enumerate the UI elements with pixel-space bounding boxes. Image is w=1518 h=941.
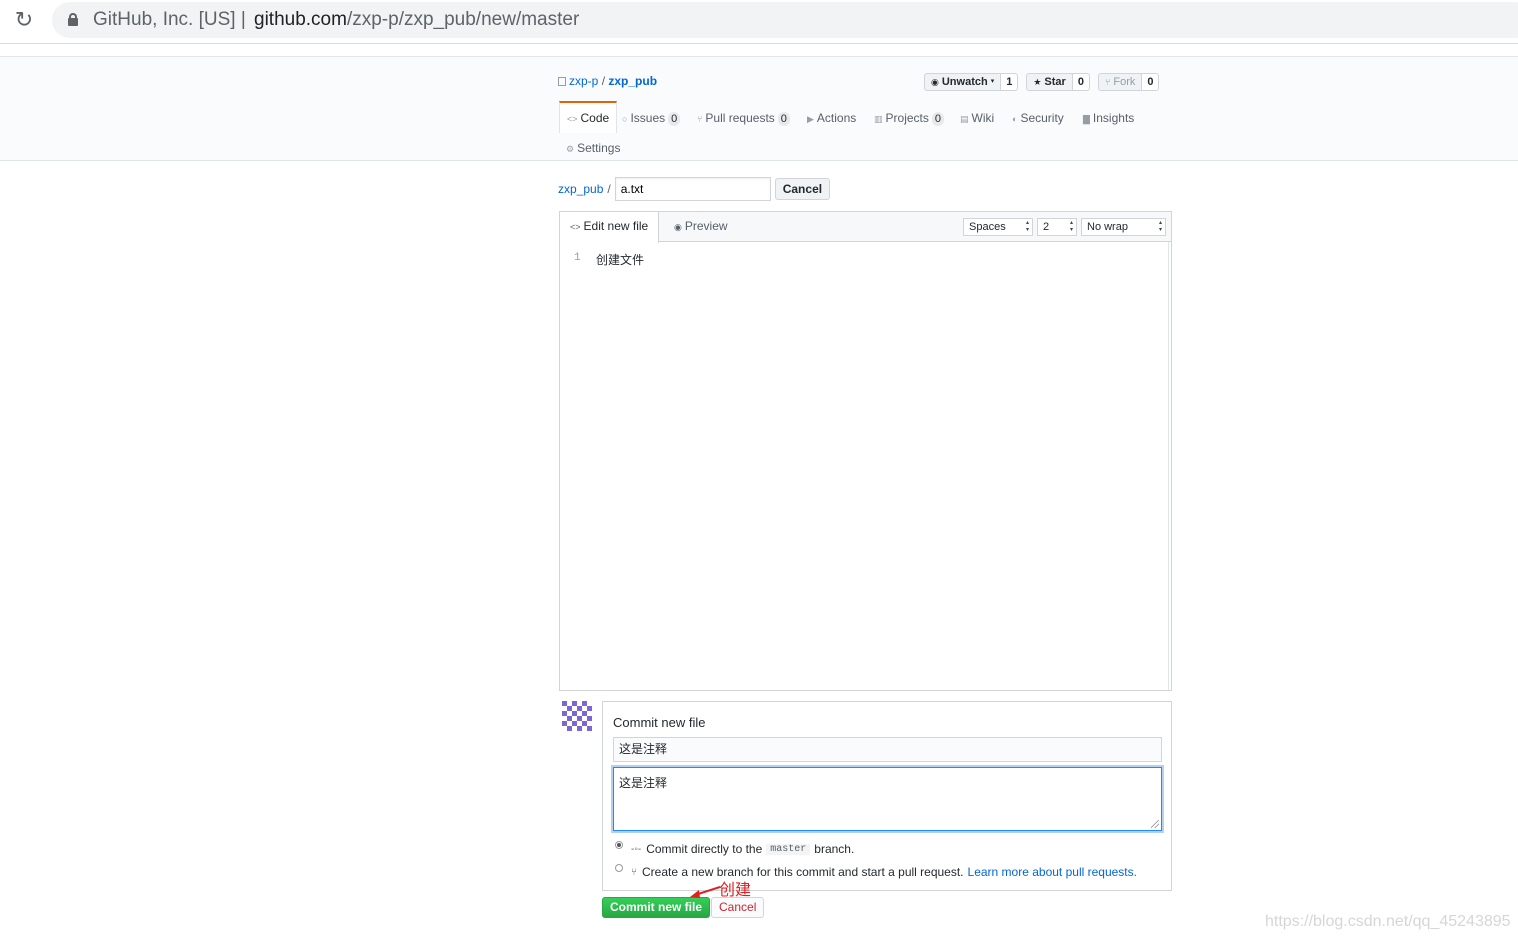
pull-requests-count: 0 <box>777 112 790 126</box>
address-bar[interactable]: GitHub, Inc. [US] | github.com/zxp-p/zxp… <box>52 2 1518 38</box>
new-branch-option[interactable]: ⑂ Create a new branch for this commit an… <box>615 864 1137 879</box>
pull-request-icon: ⑂ <box>631 866 637 878</box>
code-area[interactable]: 1 创建文件 <box>560 242 1171 690</box>
projects-count: 0 <box>931 112 944 126</box>
tab-preview[interactable]: ◉ Preview <box>664 212 738 242</box>
project-icon: ▥ <box>874 114 883 124</box>
cancel-commit-button[interactable]: Cancel <box>711 897 765 918</box>
commit-form: Commit new file 这是注释 这是注释 -◦- Commit dir… <box>602 701 1172 891</box>
issue-icon: ○ <box>622 114 628 124</box>
tab-projects[interactable]: ▥ Projects 0 <box>874 103 944 133</box>
eye-icon: ◉ <box>674 222 682 232</box>
line-number: 1 <box>574 252 581 264</box>
new-branch-radio[interactable] <box>615 864 623 872</box>
tab-insights[interactable]: ▇ Insights <box>1083 103 1134 133</box>
code-line[interactable]: 创建文件 <box>596 251 644 268</box>
repo-name-link[interactable]: zxp_pub <box>608 74 657 88</box>
annotation-arrow <box>690 886 721 898</box>
url-text[interactable]: github.com/zxp-p/zxp_pub/new/master <box>254 9 579 31</box>
gear-icon: ⚙ <box>566 144 575 154</box>
repo-breadcrumb: zxp-p / zxp_pub <box>558 74 657 88</box>
repo-icon <box>558 77 566 86</box>
issues-count: 0 <box>668 112 681 126</box>
pull-request-icon: ⑂ <box>697 114 703 124</box>
eye-icon: ◉ <box>931 77 939 87</box>
indent-size-select[interactable]: 2 <box>1037 218 1077 236</box>
star-button[interactable]: ★ Star <box>1026 73 1073 91</box>
indent-mode-select[interactable]: Spaces <box>963 218 1033 236</box>
commit-summary-input[interactable]: 这是注释 <box>613 737 1162 762</box>
learn-more-link[interactable]: Learn more about pull requests. <box>968 865 1137 879</box>
commit-form-title: Commit new file <box>613 715 706 730</box>
repo-root-link[interactable]: zxp_pub <box>558 182 603 196</box>
code-icon: <> <box>567 114 578 124</box>
lock-icon[interactable] <box>68 13 78 26</box>
commit-direct-option[interactable]: -◦- Commit directly to the master branch… <box>615 841 854 856</box>
editor-settings: Spaces 2 No wrap <box>963 218 1166 236</box>
star-count[interactable]: 0 <box>1072 73 1090 91</box>
annotation-label: 创建 <box>719 882 752 899</box>
repo-header: zxp-p / zxp_pub ◉ Unwatch ▾ 1 ★ Star 0 ⑂… <box>0 56 1518 161</box>
owner-link[interactable]: zxp-p <box>569 74 598 88</box>
shield-icon: ◐ <box>1012 114 1018 124</box>
graph-icon: ▇ <box>1083 114 1090 124</box>
commit-icon: -◦- <box>631 843 642 855</box>
fork-button[interactable]: ⑂ Fork <box>1097 73 1143 91</box>
tab-wiki[interactable]: ▤ Wiki <box>960 103 994 133</box>
code-icon: <> <box>570 222 581 232</box>
caret-down-icon: ▾ <box>990 78 995 85</box>
branch-name: master <box>766 843 811 855</box>
tab-edit-new-file[interactable]: <> Edit new file <box>560 212 660 243</box>
file-editor: <>Edit new file ◉Preview Spaces 2 No wra… <box>559 211 1172 691</box>
repo-actions: ◉ Unwatch ▾ 1 ★ Star 0 ⑂ Fork 0 <box>924 73 1160 91</box>
tab-pull-requests[interactable]: ⑂ Pull requests 0 <box>697 103 790 133</box>
tab-actions[interactable]: ▶ Actions <box>807 103 856 133</box>
resize-handle-icon[interactable] <box>1151 820 1159 828</box>
star-icon: ★ <box>1033 77 1042 87</box>
tab-code[interactable]: <> Code <box>559 101 618 133</box>
watermark: https://blog.csdn.net/qq_45243895 <box>1265 913 1511 930</box>
file-path-nav: zxp_pub / Cancel <box>558 177 831 201</box>
fork-count[interactable]: 0 <box>1142 73 1160 91</box>
reload-icon[interactable]: ↻ <box>12 8 36 32</box>
unwatch-button[interactable]: ◉ Unwatch ▾ <box>924 73 1002 91</box>
editor-toolbar: <>Edit new file ◉Preview Spaces 2 No wra… <box>560 212 1171 243</box>
filename-input[interactable] <box>614 177 771 201</box>
cancel-filename-button[interactable]: Cancel <box>774 178 831 200</box>
tab-settings[interactable]: ⚙ Settings <box>566 133 620 163</box>
commit-description-textarea[interactable]: 这是注释 <box>613 767 1162 831</box>
commit-direct-radio[interactable] <box>615 841 623 849</box>
play-icon: ▶ <box>807 114 814 124</box>
commit-new-file-button[interactable]: Commit new file <box>602 897 711 918</box>
avatar <box>562 701 592 731</box>
browser-toolbar: ↻ GitHub, Inc. [US] | github.com/zxp-p/z… <box>0 0 1518 44</box>
editor-divider <box>1168 242 1169 690</box>
tab-issues[interactable]: ○ Issues 0 <box>622 103 681 133</box>
wrap-mode-select[interactable]: No wrap <box>1081 218 1166 236</box>
commit-description-text: 这是注释 <box>619 776 668 790</box>
tab-security[interactable]: ◐ Security <box>1012 103 1064 133</box>
watch-count[interactable]: 1 <box>1001 73 1019 91</box>
book-icon: ▤ <box>960 114 969 124</box>
site-identity: GitHub, Inc. [US] | <box>93 9 246 30</box>
fork-icon: ⑂ <box>1104 77 1111 87</box>
